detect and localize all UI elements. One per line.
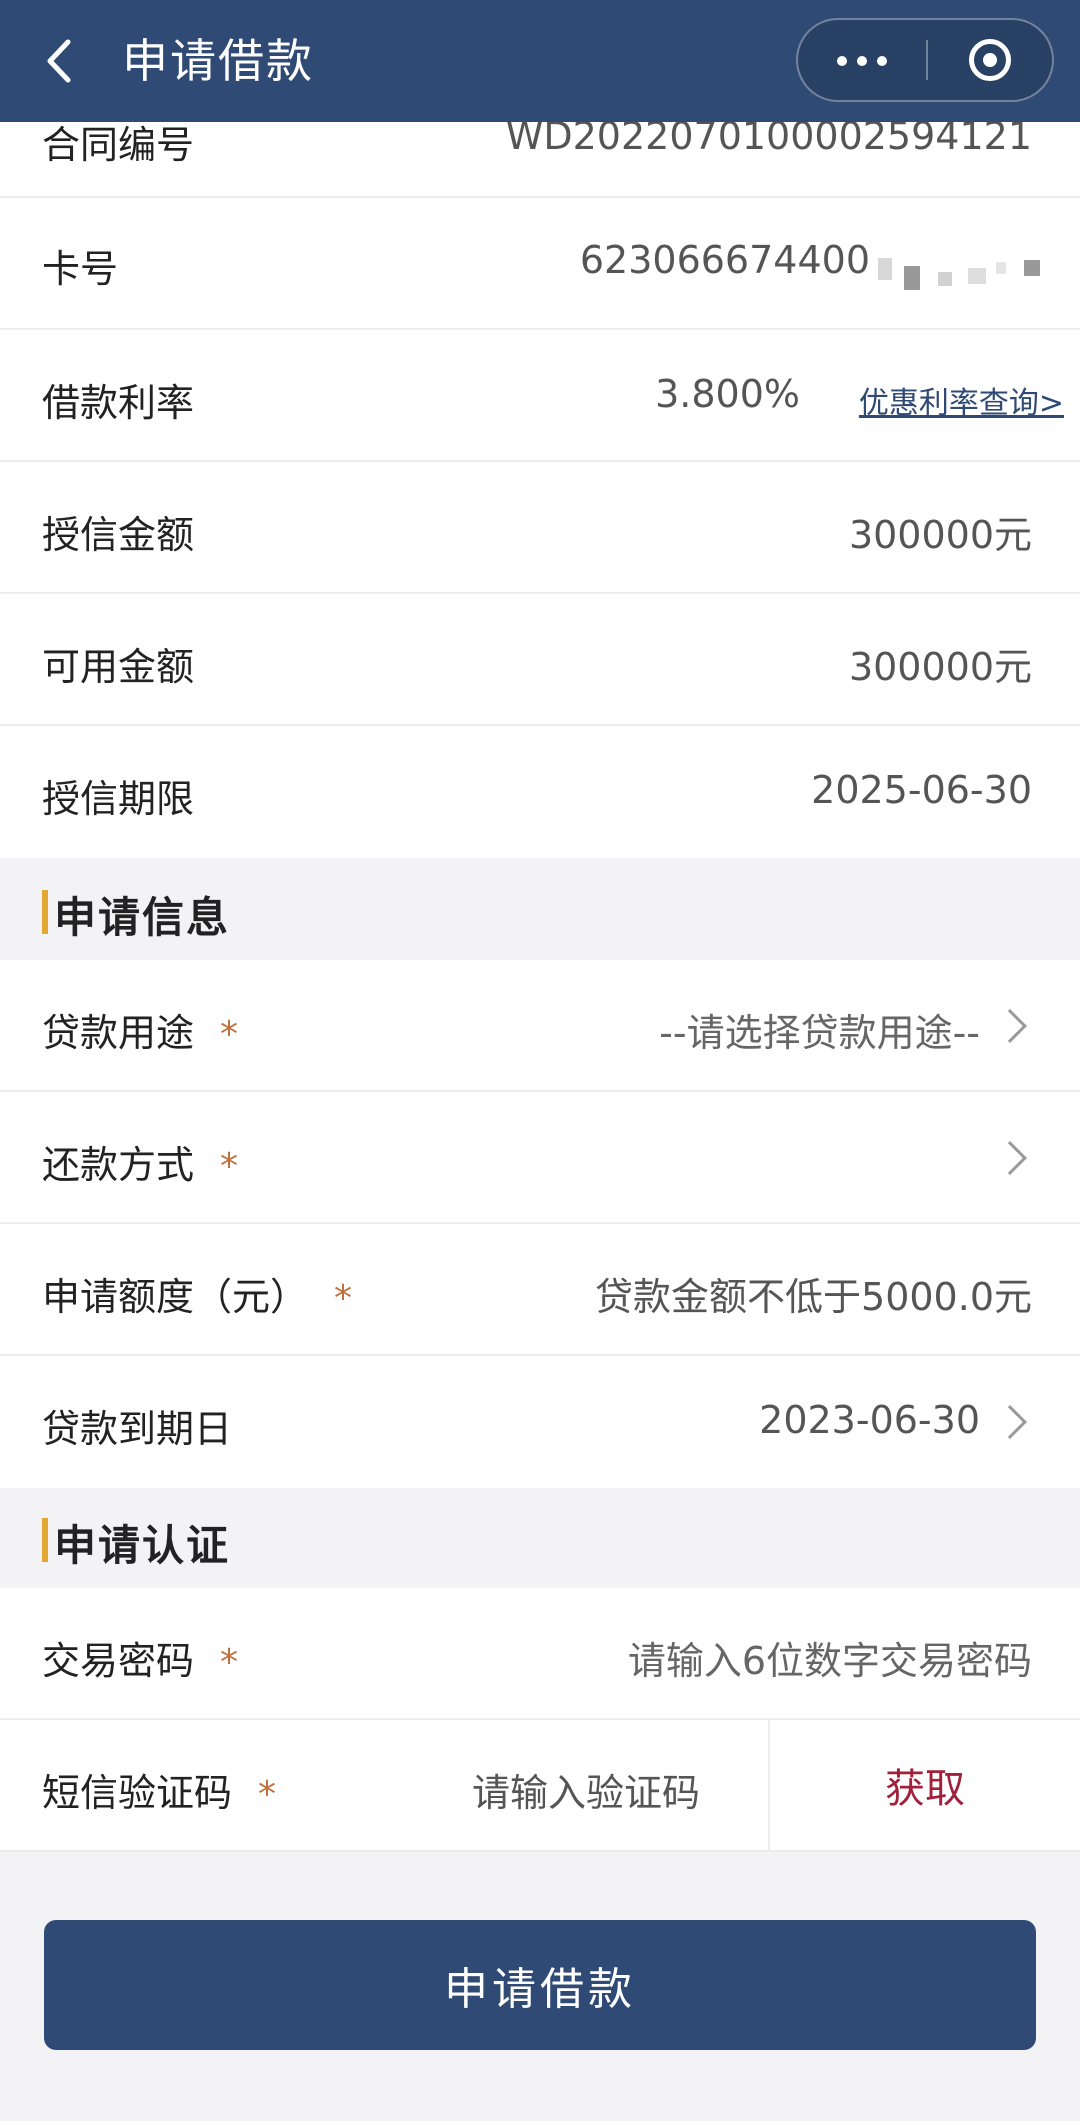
section-accent-bar xyxy=(42,1518,48,1562)
credit-amount-value: 300000元 xyxy=(848,513,1032,557)
required-star: * xyxy=(258,1774,277,1815)
section-title-auth: 申请认证 xyxy=(54,1521,231,1570)
sms-code-input[interactable]: 请输入验证码 xyxy=(472,1762,700,1817)
back-button[interactable] xyxy=(30,26,90,96)
row-available-amount: 可用金额 300000元 xyxy=(0,594,1080,726)
card-no-value: 623066674400 xyxy=(579,238,870,282)
get-sms-code-button[interactable]: 获取 xyxy=(770,1720,1080,1850)
row-loan-purpose[interactable]: 贷款用途 * --请选择贷款用途-- xyxy=(0,960,1080,1092)
row-card-no: 卡号 623066674400 xyxy=(0,198,1080,330)
loan-rate-label: 借款利率 xyxy=(42,381,195,425)
page-title: 申请借款 xyxy=(122,34,314,88)
trade-password-label: 交易密码 * xyxy=(42,1639,239,1683)
row-credit-term: 授信期限 2025-06-30 xyxy=(0,726,1080,858)
target-circle-icon xyxy=(969,39,1011,81)
row-apply-amount: 申请额度（元） * 贷款金额不低于5000.0元 xyxy=(0,1224,1080,1356)
due-date-picker[interactable]: 2023-06-30 xyxy=(759,1398,980,1442)
loan-purpose-label: 贷款用途 * xyxy=(42,1011,239,1055)
apply-amount-input[interactable]: 贷款金额不低于5000.0元 xyxy=(595,1266,1032,1321)
credit-term-label: 授信期限 xyxy=(42,777,195,821)
section-accent-bar xyxy=(42,890,48,934)
nav-header: 申请借款 xyxy=(0,0,1080,122)
chevron-right-icon xyxy=(993,1405,1027,1439)
row-credit-amount: 授信金额 300000元 xyxy=(0,462,1080,594)
row-loan-rate: 借款利率 3.800% 优惠利率查询> xyxy=(0,330,1080,462)
mini-program-capsule xyxy=(796,18,1054,102)
due-date-label: 贷款到期日 xyxy=(42,1407,233,1451)
apply-amount-label: 申请额度（元） * xyxy=(42,1275,353,1319)
submit-loan-button[interactable]: 申请借款 xyxy=(44,1920,1036,2050)
credit-term-value: 2025-06-30 xyxy=(811,768,1032,812)
more-button[interactable] xyxy=(798,20,926,100)
row-due-date[interactable]: 贷款到期日 2023-06-30 xyxy=(0,1356,1080,1488)
available-amount-value: 300000元 xyxy=(848,645,1032,689)
required-star: * xyxy=(220,1642,239,1683)
section-auth: 申请认证 xyxy=(0,1488,1080,1588)
chevron-right-icon xyxy=(993,1009,1027,1043)
chevron-left-icon xyxy=(47,39,71,83)
loan-purpose-select[interactable]: --请选择贷款用途-- xyxy=(659,1002,980,1057)
chevron-right-icon xyxy=(993,1141,1027,1175)
section-title-apply-info: 申请信息 xyxy=(54,893,231,942)
row-trade-password: 交易密码 * 请输入6位数字交易密码 xyxy=(0,1588,1080,1720)
more-dots-icon xyxy=(832,51,892,70)
required-star: * xyxy=(334,1278,353,1319)
credit-amount-label: 授信金额 xyxy=(42,513,195,557)
card-no-label: 卡号 xyxy=(42,247,119,291)
sms-code-label: 短信验证码 * xyxy=(42,1771,277,1815)
required-star: * xyxy=(220,1146,239,1187)
section-apply-info: 申请信息 xyxy=(0,858,1080,960)
loan-rate-value: 3.800% xyxy=(655,372,800,416)
loan-application-page: 申请借款 合同编号 WD2022070100002594121 卡号 62306… xyxy=(0,0,1080,2121)
required-star: * xyxy=(220,1014,239,1055)
trade-password-input[interactable]: 请输入6位数字交易密码 xyxy=(628,1630,1032,1685)
row-repay-method[interactable]: 还款方式 * xyxy=(0,1092,1080,1224)
close-button[interactable] xyxy=(928,20,1052,100)
discount-rate-link[interactable]: 优惠利率查询> xyxy=(859,378,1064,422)
contract-no-label: 合同编号 xyxy=(42,123,195,167)
row-sms-code: 短信验证码 * 请输入验证码 获取 xyxy=(0,1720,1080,1852)
available-amount-label: 可用金额 xyxy=(42,645,195,689)
repay-method-label: 还款方式 * xyxy=(42,1143,239,1187)
